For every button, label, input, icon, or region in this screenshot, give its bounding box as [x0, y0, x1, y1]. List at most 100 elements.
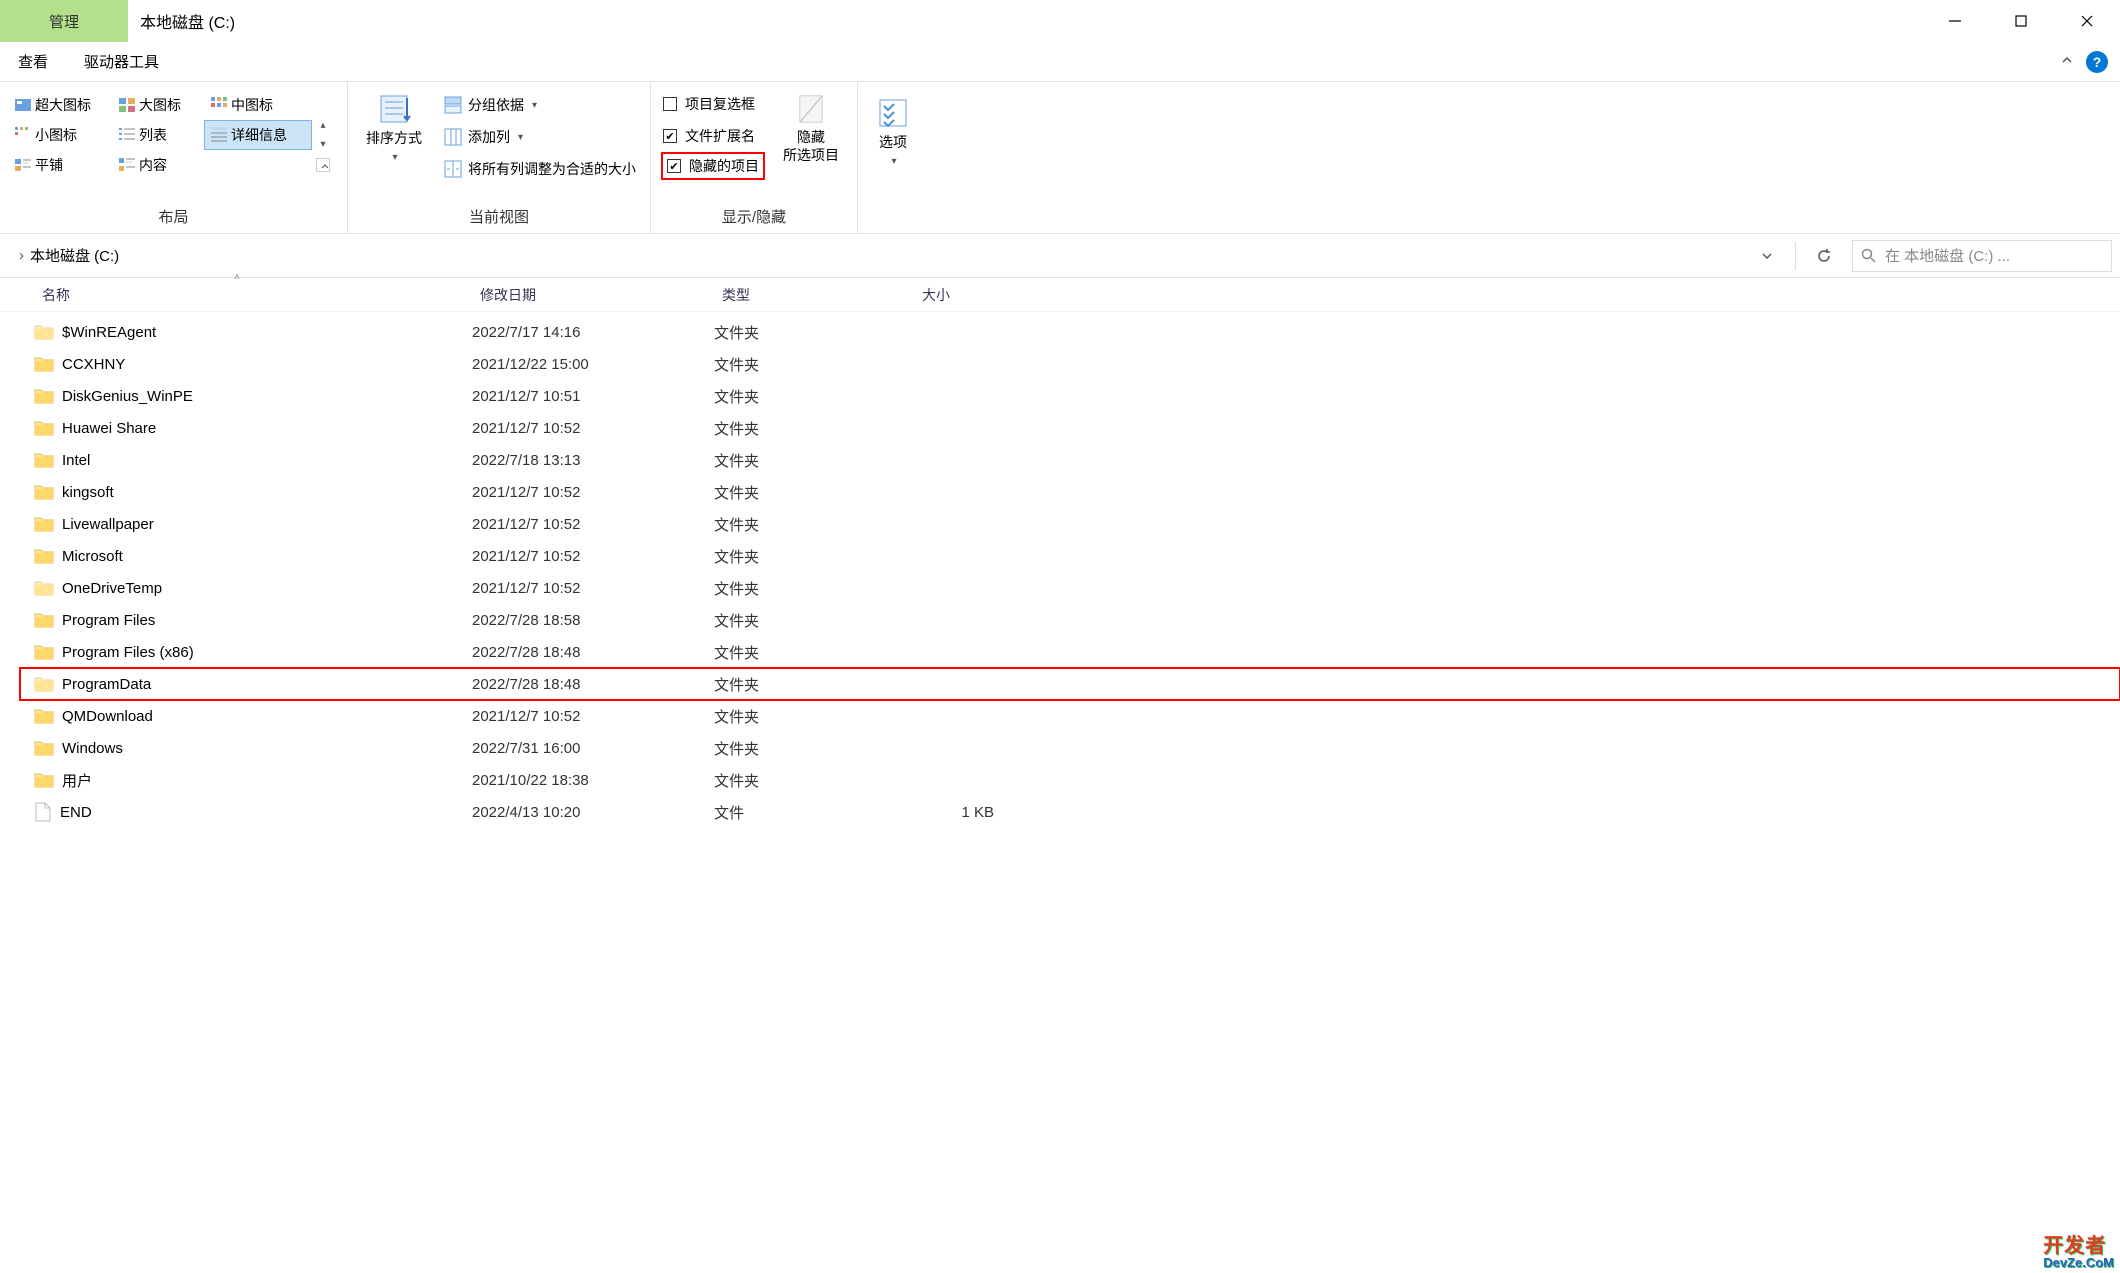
folder-icon: [34, 516, 54, 532]
list-icon: [119, 127, 135, 143]
file-date: 2022/7/28 18:48: [472, 644, 714, 661]
ribbon-group-label-show-hide: 显示/隐藏: [659, 202, 849, 231]
layout-content[interactable]: 内容: [112, 150, 204, 180]
add-columns-button[interactable]: 添加列 ▾: [438, 122, 642, 152]
column-label: 名称: [42, 285, 70, 305]
window-titlebar: 管理 本地磁盘 (C:): [0, 0, 2120, 42]
file-row[interactable]: DiskGenius_WinPE 2021/12/7 10:51文件夹: [20, 380, 2120, 412]
group-by-button[interactable]: 分组依据 ▾: [438, 90, 642, 120]
layout-label: 列表: [139, 125, 167, 145]
file-date: 2021/12/7 10:52: [472, 708, 714, 725]
file-row[interactable]: Microsoft2021/12/7 10:52文件夹: [20, 540, 2120, 572]
chevron-right-icon[interactable]: ›: [13, 247, 30, 264]
file-row[interactable]: ProgramData2022/7/28 18:48文件夹: [20, 668, 2120, 700]
address-location[interactable]: 本地磁盘 (C:): [30, 245, 119, 266]
hide-selected-button[interactable]: 隐藏 所选项目: [773, 88, 849, 202]
layout-tiles[interactable]: 平铺: [8, 150, 112, 180]
column-header-type[interactable]: 类型: [714, 278, 914, 311]
tab-drive-tools[interactable]: 驱动器工具: [66, 42, 177, 81]
minimize-button[interactable]: [1922, 0, 1988, 42]
file-date: 2022/4/13 10:20: [472, 804, 714, 821]
checkbox-hidden-items[interactable]: ✔ 隐藏的项目: [661, 152, 765, 180]
file-type: 文件夹: [714, 322, 914, 343]
refresh-button[interactable]: [1804, 240, 1844, 272]
layout-label: 详细信息: [231, 125, 287, 145]
layout-small-icons[interactable]: 小图标: [8, 120, 112, 150]
contextual-tab-manage[interactable]: 管理: [0, 0, 128, 42]
sort-by-label: 排序方式: [366, 130, 422, 146]
small-icons-icon: [15, 127, 31, 143]
address-bar[interactable]: › 本地磁盘 (C:): [8, 240, 1739, 272]
layout-label: 大图标: [139, 95, 181, 115]
column-header-name[interactable]: 名称 ˄: [34, 278, 472, 311]
file-date: 2021/12/7 10:51: [472, 388, 714, 405]
column-headers: 名称 ˄ 修改日期 类型 大小: [0, 278, 2120, 312]
layout-list[interactable]: 列表: [112, 120, 204, 150]
layout-label: 平铺: [35, 155, 63, 175]
add-columns-icon: [444, 128, 462, 146]
add-columns-label: 添加列: [468, 127, 510, 147]
file-type: 文件夹: [714, 386, 914, 407]
options-button[interactable]: 选项▾: [866, 92, 920, 168]
file-name: DiskGenius_WinPE: [62, 388, 193, 405]
layout-label: 小图标: [35, 125, 77, 145]
file-row[interactable]: Intel2022/7/18 13:13文件夹: [20, 444, 2120, 476]
layout-large-icons[interactable]: 大图标: [112, 90, 204, 120]
layout-extra-large-icons[interactable]: 超大图标: [8, 90, 112, 120]
help-icon[interactable]: ?: [2086, 51, 2108, 73]
tab-view[interactable]: 查看: [0, 42, 66, 81]
file-row[interactable]: Program Files2022/7/28 18:58文件夹: [20, 604, 2120, 636]
file-row[interactable]: 用户2021/10/22 18:38文件夹: [20, 764, 2120, 796]
ribbon-group-options: 选项▾: [858, 82, 928, 233]
file-row[interactable]: END2022/4/13 10:20文件1 KB: [20, 796, 2120, 828]
ribbon-tab-row: 查看 驱动器工具 ?: [0, 42, 2120, 82]
file-type: 文件夹: [714, 642, 914, 663]
layout-expand[interactable]: [316, 158, 330, 172]
file-name: Program Files (x86): [62, 644, 194, 661]
file-row[interactable]: kingsoft2021/12/7 10:52文件夹: [20, 476, 2120, 508]
file-row[interactable]: Huawei Share2021/12/7 10:52文件夹: [20, 412, 2120, 444]
hide-label-1: 隐藏: [797, 129, 825, 145]
file-name: 用户: [62, 770, 92, 791]
file-row[interactable]: Windows2022/7/31 16:00文件夹: [20, 732, 2120, 764]
column-header-date[interactable]: 修改日期: [472, 278, 714, 311]
extra-large-icons-icon: [15, 97, 31, 113]
ribbon-group-show-hide: 项目复选框 ✔ 文件扩展名 ✔ 隐藏的项目 隐藏 所选项目: [651, 82, 858, 233]
file-name: kingsoft: [62, 484, 114, 501]
layout-label: 超大图标: [35, 95, 91, 115]
file-row[interactable]: Livewallpaper2021/12/7 10:52文件夹: [20, 508, 2120, 540]
size-all-columns-button[interactable]: 将所有列调整为合适的大小: [438, 154, 642, 184]
file-row[interactable]: CCXHNY2021/12/22 15:00文件夹: [20, 348, 2120, 380]
layout-scroll-up[interactable]: ▴: [316, 120, 330, 131]
file-name: OneDriveTemp: [62, 580, 162, 597]
layout-scroll-down[interactable]: ▾: [316, 139, 330, 150]
hide-icon: [794, 92, 828, 126]
folder-icon: [34, 388, 54, 404]
close-button[interactable]: [2054, 0, 2120, 42]
file-row[interactable]: OneDriveTemp2021/12/7 10:52文件夹: [20, 572, 2120, 604]
checkbox-label: 项目复选框: [685, 94, 755, 114]
layout-medium-icons[interactable]: 中图标: [204, 90, 296, 120]
sort-by-button[interactable]: 排序方式▾: [356, 88, 432, 202]
file-name: Huawei Share: [62, 420, 156, 437]
checkbox-icon: [663, 97, 677, 111]
folder-icon: [34, 452, 54, 468]
layout-details[interactable]: 详细信息: [204, 120, 312, 150]
maximize-button[interactable]: [1988, 0, 2054, 42]
column-header-size[interactable]: 大小: [914, 278, 2120, 311]
checkbox-item-checkboxes[interactable]: 项目复选框: [663, 90, 763, 118]
checkbox-file-extensions[interactable]: ✔ 文件扩展名: [663, 122, 763, 150]
file-size: 1 KB: [914, 804, 1034, 821]
file-row[interactable]: QMDownload2021/12/7 10:52文件夹: [20, 700, 2120, 732]
search-input[interactable]: 在 本地磁盘 (C:) ...: [1852, 240, 2112, 272]
group-by-label: 分组依据: [468, 95, 524, 115]
address-dropdown[interactable]: [1747, 240, 1787, 272]
window-title: 本地磁盘 (C:): [128, 0, 1922, 42]
file-row[interactable]: Program Files (x86) 2022/7/28 18:48文件夹: [20, 636, 2120, 668]
ribbon-collapse-icon[interactable]: [2060, 53, 2074, 71]
file-list: $WinREAgent2022/7/17 14:16文件夹CCXHNY2021/…: [0, 312, 2120, 1273]
address-bar-row: › 本地磁盘 (C:) 在 本地磁盘 (C:) ...: [0, 234, 2120, 278]
file-type: 文件夹: [714, 706, 914, 727]
ribbon: 超大图标 大图标 中图标 小图标: [0, 82, 2120, 234]
file-row[interactable]: $WinREAgent2022/7/17 14:16文件夹: [20, 316, 2120, 348]
